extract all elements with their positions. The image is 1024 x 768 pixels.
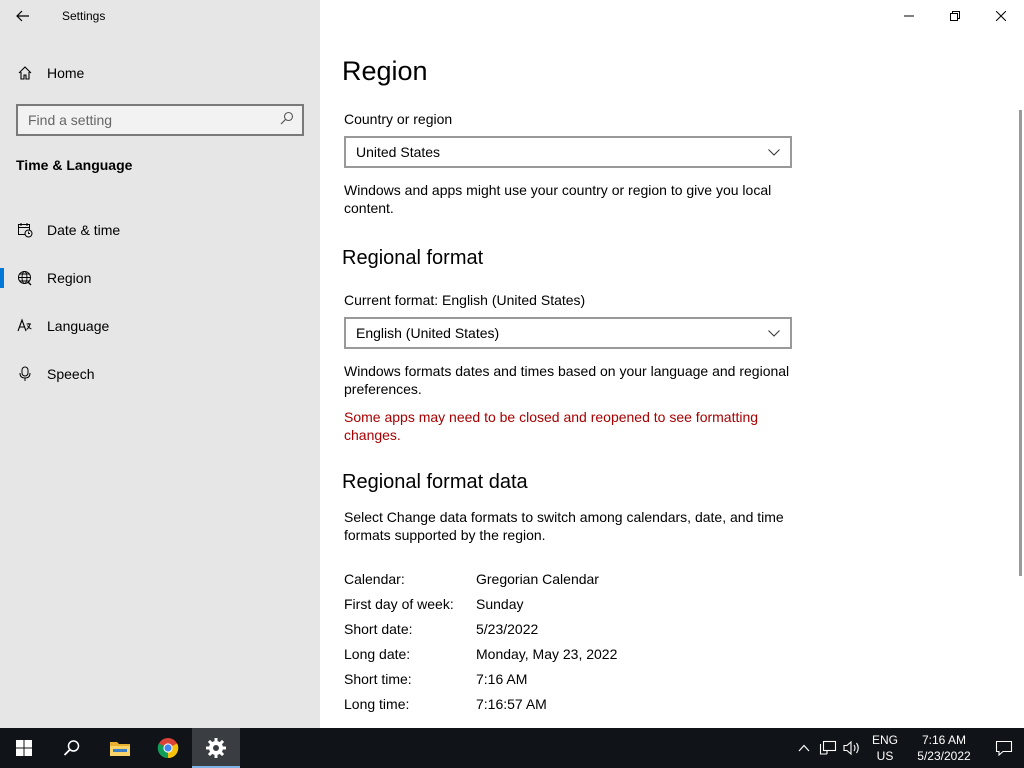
language-code: ENG bbox=[871, 733, 898, 747]
table-row: Long date: Monday, May 23, 2022 bbox=[344, 641, 617, 666]
globe-icon bbox=[17, 270, 33, 286]
nav-list: Date & time Region Language Speech bbox=[0, 206, 320, 398]
speaker-icon bbox=[843, 740, 859, 756]
format-data-description: Select Change data formats to switch amo… bbox=[344, 509, 784, 543]
sidebar: Settings Home Time & Language Date & tim… bbox=[0, 0, 320, 728]
format-dropdown[interactable]: English (United States) bbox=[344, 317, 792, 349]
format-key: Short time: bbox=[344, 670, 412, 687]
table-row: Long time: 7:16:57 AM bbox=[344, 691, 617, 716]
home-label: Home bbox=[47, 65, 85, 81]
search-icon[interactable] bbox=[280, 111, 294, 130]
app-title: Settings bbox=[62, 9, 106, 23]
home-icon bbox=[17, 65, 33, 81]
chrome-button[interactable] bbox=[144, 728, 192, 768]
format-key: Long time: bbox=[344, 695, 410, 712]
windows-logo-icon bbox=[16, 740, 32, 756]
format-value: English (United States) bbox=[356, 325, 500, 341]
scrollbar[interactable] bbox=[1019, 110, 1022, 576]
region-code: US bbox=[876, 749, 894, 763]
page-title: Region bbox=[342, 56, 428, 86]
format-data-table: Calendar: Gregorian Calendar First day o… bbox=[344, 566, 617, 716]
format-data-title: Regional format data bbox=[342, 471, 528, 493]
search-box[interactable] bbox=[16, 104, 304, 136]
format-value: Sunday bbox=[476, 595, 524, 612]
title-bar: Settings bbox=[0, 0, 320, 32]
system-tray: ENG US 7:16 AM 5/23/2022 bbox=[792, 728, 1024, 768]
sidebar-item-speech[interactable]: Speech bbox=[0, 350, 320, 398]
language-icon bbox=[17, 318, 33, 334]
format-value: 7:16:57 AM bbox=[476, 695, 547, 712]
folder-icon bbox=[110, 742, 130, 756]
format-warning: Some apps may need to be closed and reop… bbox=[344, 409, 759, 443]
section-heading: Time & Language bbox=[16, 157, 133, 173]
back-arrow-icon bbox=[16, 10, 29, 22]
input-language-indicator[interactable]: ENG US bbox=[868, 732, 902, 764]
sidebar-item-language[interactable]: Language bbox=[0, 302, 320, 350]
sidebar-item-label: Language bbox=[47, 318, 110, 334]
restore-icon bbox=[950, 11, 960, 21]
chrome-icon bbox=[157, 738, 179, 759]
show-hidden-icons-button[interactable] bbox=[792, 728, 816, 768]
settings-taskbar-button[interactable] bbox=[192, 728, 240, 768]
network-tray-button[interactable] bbox=[816, 728, 840, 768]
minimize-button[interactable] bbox=[886, 0, 932, 32]
format-value: 5/23/2022 bbox=[476, 620, 539, 637]
clock[interactable]: 7:16 AM 5/23/2022 bbox=[910, 732, 978, 764]
chevron-down-icon bbox=[768, 329, 780, 337]
table-row: Short time: 7:16 AM bbox=[344, 666, 617, 691]
close-icon bbox=[996, 11, 1006, 21]
minimize-icon bbox=[904, 15, 914, 17]
microphone-icon bbox=[17, 366, 33, 382]
format-value: Gregorian Calendar bbox=[476, 570, 599, 587]
sidebar-item-label: Date & time bbox=[47, 222, 121, 238]
country-description: Windows and apps might use your country … bbox=[344, 182, 772, 216]
file-explorer-button[interactable] bbox=[96, 728, 144, 768]
country-dropdown[interactable]: United States bbox=[344, 136, 792, 168]
format-value: Monday, May 23, 2022 bbox=[476, 645, 618, 662]
search-icon bbox=[63, 740, 80, 756]
country-value: United States bbox=[356, 144, 441, 160]
close-button[interactable] bbox=[978, 0, 1024, 32]
format-key: Calendar: bbox=[344, 570, 405, 587]
sidebar-item-label: Speech bbox=[47, 366, 95, 382]
format-description: Windows formats dates and times based on… bbox=[344, 363, 790, 397]
network-icon bbox=[819, 740, 837, 755]
taskbar: ENG US 7:16 AM 5/23/2022 bbox=[0, 728, 1024, 768]
clock-date: 5/23/2022 bbox=[917, 749, 971, 763]
action-center-button[interactable] bbox=[984, 728, 1024, 768]
sidebar-item-home[interactable]: Home bbox=[0, 56, 320, 90]
search-input[interactable] bbox=[28, 112, 258, 128]
table-row: Calendar: Gregorian Calendar bbox=[344, 566, 617, 591]
sidebar-item-date-time[interactable]: Date & time bbox=[0, 206, 320, 254]
clock-time: 7:16 AM bbox=[921, 733, 967, 747]
volume-tray-button[interactable] bbox=[840, 728, 864, 768]
sidebar-item-label: Region bbox=[47, 270, 92, 286]
calendar-clock-icon bbox=[17, 222, 33, 238]
current-format-label: Current format: English (United States) bbox=[344, 292, 586, 308]
format-key: Short date: bbox=[344, 620, 413, 637]
chevron-up-icon bbox=[798, 744, 810, 752]
format-value: 7:16 AM bbox=[476, 670, 528, 687]
country-label: Country or region bbox=[344, 111, 453, 127]
table-row: First day of week: Sunday bbox=[344, 591, 617, 616]
notification-icon bbox=[995, 740, 1013, 756]
taskbar-search-button[interactable] bbox=[48, 728, 96, 768]
start-button[interactable] bbox=[0, 728, 48, 768]
format-key: First day of week: bbox=[344, 595, 454, 612]
gear-icon bbox=[206, 738, 226, 758]
table-row: Short date: 5/23/2022 bbox=[344, 616, 617, 641]
back-button[interactable] bbox=[0, 0, 46, 32]
main-content: Region Country or region United States W… bbox=[320, 0, 1024, 728]
regional-format-title: Regional format bbox=[342, 247, 484, 269]
sidebar-item-region[interactable]: Region bbox=[0, 254, 320, 302]
format-key: Long date: bbox=[344, 645, 411, 662]
caption-buttons bbox=[886, 0, 1024, 32]
restore-button[interactable] bbox=[932, 0, 978, 32]
chevron-down-icon bbox=[768, 148, 780, 156]
